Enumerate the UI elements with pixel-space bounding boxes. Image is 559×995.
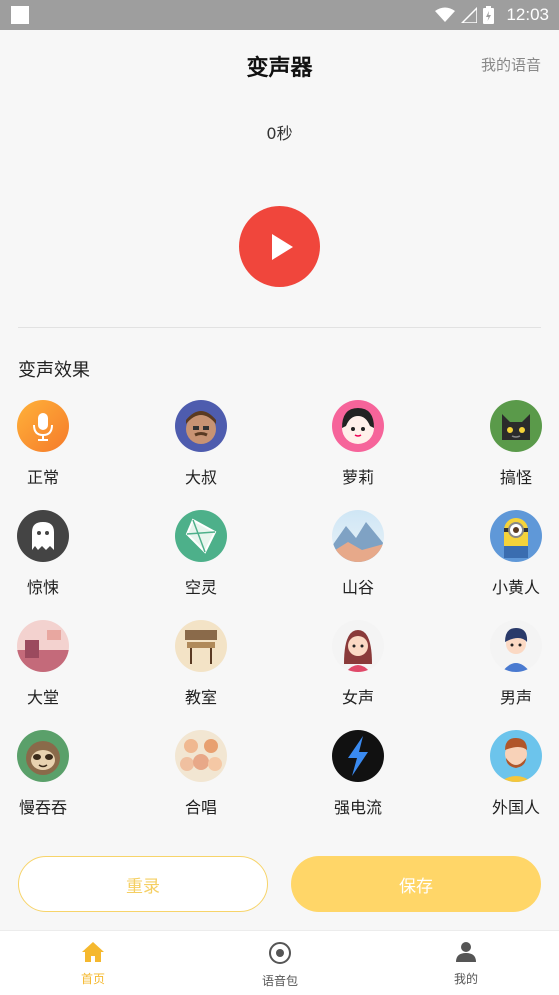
effect-label: 强电流: [333, 798, 382, 817]
classroom-icon: [175, 620, 227, 672]
foreigner-avatar-icon: [490, 730, 542, 782]
effect-foreigner[interactable]: 外国人: [466, 730, 559, 818]
play-icon: [272, 233, 293, 260]
effect-funny[interactable]: 搞怪: [466, 400, 559, 488]
tab-profile[interactable]: 我的: [426, 941, 506, 987]
tab-label: 首页: [80, 972, 105, 986]
wifi-icon: [435, 7, 456, 22]
status-time: 12:03: [506, 5, 549, 24]
effect-loli[interactable]: 萝莉: [308, 400, 408, 488]
effect-uncle[interactable]: 大叔: [151, 400, 251, 488]
effect-label: 大堂: [26, 688, 59, 707]
effect-valley[interactable]: 山谷: [308, 510, 408, 598]
voice-pack-icon: [269, 942, 291, 964]
effect-horror[interactable]: 惊悚: [0, 510, 93, 598]
recording-duration: 0秒: [266, 124, 293, 143]
effect-label: 大叔: [184, 468, 217, 487]
effect-male[interactable]: 男声: [466, 620, 559, 708]
minion-icon: [490, 510, 542, 562]
cat-icon: [490, 400, 542, 452]
woman-avatar-icon: [332, 620, 384, 672]
effect-chorus[interactable]: 合唱: [151, 730, 251, 818]
effect-label: 萝莉: [341, 468, 374, 487]
effect-label: 男声: [499, 688, 532, 707]
tab-voice-pack[interactable]: 语音包: [240, 941, 320, 989]
chorus-icon: [175, 730, 227, 782]
tab-label: 我的: [453, 972, 478, 986]
effect-label: 外国人: [491, 798, 540, 817]
effect-label: 空灵: [184, 578, 217, 597]
microphone-icon: [17, 400, 69, 452]
effects-section-title: 变声效果: [18, 360, 90, 381]
man-avatar-icon: [490, 620, 542, 672]
sloth-icon: [17, 730, 69, 782]
notification-icon: [11, 6, 29, 24]
effect-hall[interactable]: 大堂: [0, 620, 93, 708]
hall-icon: [17, 620, 69, 672]
home-icon: [82, 942, 104, 962]
divider: [18, 327, 541, 328]
effect-female[interactable]: 女声: [308, 620, 408, 708]
status-bar: 12:03: [0, 0, 559, 30]
effect-label: 山谷: [341, 578, 374, 597]
status-icons: 12:03: [435, 0, 549, 30]
page-title: 变声器: [246, 56, 313, 81]
header: 变声器 我的语音: [0, 30, 559, 98]
effect-label: 女声: [341, 688, 374, 707]
rerecord-button[interactable]: 重录: [18, 856, 268, 912]
cell-signal-icon: [461, 7, 478, 23]
effect-electric[interactable]: 强电流: [308, 730, 408, 818]
bottom-tab-bar: 首页 语音包 我的: [0, 930, 559, 995]
kite-icon: [175, 510, 227, 562]
play-button[interactable]: [239, 206, 320, 287]
effect-label: 教室: [184, 688, 217, 707]
save-button[interactable]: 保存: [291, 856, 541, 912]
my-voice-link[interactable]: 我的语音: [481, 54, 541, 75]
ghost-icon: [17, 510, 69, 562]
effect-normal[interactable]: 正常: [0, 400, 93, 488]
effect-ethereal[interactable]: 空灵: [151, 510, 251, 598]
effect-slow[interactable]: 慢吞吞: [0, 730, 93, 818]
effect-label: 合唱: [184, 798, 217, 817]
effect-classroom[interactable]: 教室: [151, 620, 251, 708]
effect-label: 小黄人: [491, 578, 540, 597]
battery-icon: [483, 6, 495, 24]
lightning-icon: [332, 730, 384, 782]
profile-icon: [456, 942, 476, 962]
effect-label: 惊悚: [26, 578, 59, 597]
tab-label: 语音包: [261, 974, 298, 988]
effect-label: 正常: [26, 468, 59, 487]
uncle-avatar-icon: [175, 400, 227, 452]
effect-label: 搞怪: [499, 468, 532, 487]
effect-label: 慢吞吞: [18, 798, 67, 817]
tab-home[interactable]: 首页: [53, 941, 133, 987]
mountain-icon: [332, 510, 384, 562]
girl-avatar-icon: [332, 400, 384, 452]
effect-minion[interactable]: 小黄人: [466, 510, 559, 598]
